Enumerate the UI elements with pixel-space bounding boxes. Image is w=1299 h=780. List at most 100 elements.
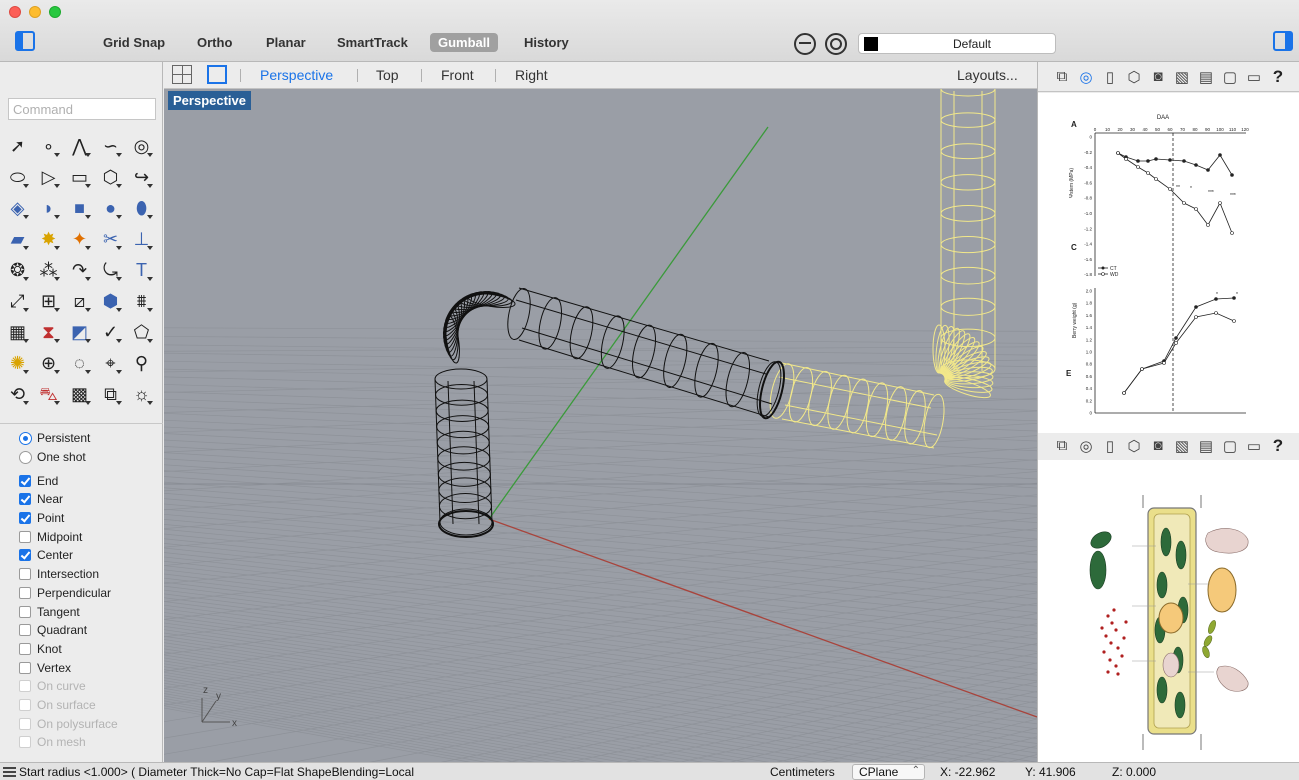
osnap-midpoint[interactable]: Midpoint [0, 527, 163, 546]
curve-icon[interactable]: ∽ [95, 130, 126, 161]
viewport-canvas[interactable]: z y x [164, 89, 1037, 762]
notes-icon[interactable]: ▤ [1196, 436, 1216, 456]
gumball-toggle[interactable]: Gumball [430, 33, 499, 52]
move-icon[interactable]: ⤢ [2, 285, 33, 316]
object-icon[interactable]: ⬡ [1124, 436, 1144, 456]
check-icon[interactable]: ✓ [95, 316, 126, 347]
materials-icon[interactable]: ▧ [1172, 436, 1192, 456]
checkbox[interactable] [19, 642, 31, 655]
fillet-icon[interactable]: ↪ [126, 161, 157, 192]
single-viewport-layout-icon[interactable] [207, 65, 227, 84]
tab-right[interactable]: Right [515, 67, 548, 83]
selected-pipe[interactable] [766, 89, 996, 449]
osnap-point[interactable]: Point [0, 509, 163, 528]
osnap-vertex[interactable]: Vertex [0, 658, 163, 677]
radio-button[interactable] [19, 450, 32, 464]
sweep-icon[interactable]: ◗ [33, 192, 64, 223]
blank-icon[interactable]: ▢ [1220, 436, 1240, 456]
blank-icon[interactable]: ▢ [1220, 67, 1240, 87]
osnap-mode-one-shot[interactable]: One shot [0, 448, 163, 467]
command-input[interactable] [8, 98, 156, 120]
cplane-select[interactable]: CPlane [852, 764, 925, 780]
rectangle-icon[interactable]: ▭ [64, 161, 95, 192]
monitor-icon[interactable]: ▭ [1244, 436, 1264, 456]
materials-icon[interactable]: ▧ [1172, 67, 1192, 87]
analyze-icon[interactable]: ⬠ [126, 316, 157, 347]
toggle-left-sidebar-icon[interactable] [15, 31, 35, 51]
monitor-icon[interactable]: ▭ [1244, 67, 1264, 87]
sun-icon[interactable]: ✺ [2, 347, 33, 378]
menu-icon[interactable] [3, 767, 16, 777]
mesh-icon[interactable]: ⩩ [126, 285, 157, 316]
checkbox[interactable] [19, 474, 31, 487]
car-icon[interactable]: ⛍ [33, 378, 64, 409]
texture-icon[interactable]: ▩ [64, 378, 95, 409]
zoom-icon[interactable]: ⊕ [33, 347, 64, 378]
record-history-icon[interactable] [794, 33, 816, 55]
point-icon[interactable]: ∘ [33, 130, 64, 161]
cage-icon[interactable]: ⧗ [33, 316, 64, 347]
circle-icon[interactable]: ◎ [126, 130, 157, 161]
units-label[interactable]: Centimeters [770, 765, 835, 779]
history-toggle[interactable]: History [516, 33, 577, 52]
solid-edit-icon[interactable]: ⬢ [95, 285, 126, 316]
osnap-quadrant[interactable]: Quadrant [0, 621, 163, 640]
tab-perspective[interactable]: Perspective [260, 67, 333, 83]
viewport-title-label[interactable]: Perspective [168, 91, 251, 110]
layer-select[interactable]: Default [858, 33, 1056, 54]
layers-icon[interactable]: ⧉ [1052, 67, 1072, 87]
light-icon[interactable]: ☼ [126, 378, 157, 409]
osnap-tangent[interactable]: Tangent [0, 602, 163, 621]
checkbox[interactable] [19, 586, 31, 599]
properties-icon[interactable]: ▯ [1100, 67, 1120, 87]
help-icon[interactable]: ? [1268, 67, 1288, 87]
grid-snap-toggle[interactable]: Grid Snap [95, 33, 173, 52]
osnap-intersection[interactable]: Intersection [0, 565, 163, 584]
planar-toggle[interactable]: Planar [258, 33, 314, 52]
checkbox[interactable] [19, 512, 31, 525]
offset-icon[interactable]: ⤿ [95, 254, 126, 285]
checkbox[interactable] [19, 493, 31, 506]
osnap-perpendicular[interactable]: Perpendicular [0, 584, 163, 603]
sphere-icon[interactable]: ● [95, 192, 126, 223]
minimize-window-button[interactable] [29, 6, 41, 18]
search-icon[interactable]: ⚲ [126, 347, 157, 378]
command-prompt[interactable]: Start radius <1.000> ( Diameter Thick=No… [19, 765, 414, 779]
cylinder-icon[interactable]: ⬮ [126, 192, 157, 223]
properties-icon[interactable]: ▯ [1100, 436, 1120, 456]
transform-icon[interactable]: ⧄ [64, 285, 95, 316]
toggle-right-sidebar-icon[interactable] [1273, 31, 1293, 51]
object-icon[interactable]: ⬡ [1124, 67, 1144, 87]
layers-icon[interactable]: ⧉ [95, 378, 126, 409]
display-icon[interactable]: ◎ [1076, 436, 1096, 456]
smarttrack-toggle[interactable]: SmartTrack [329, 33, 416, 52]
arc-icon[interactable]: ⬡ [95, 161, 126, 192]
perspective-viewport[interactable]: z y x Perspective [164, 89, 1037, 762]
plane-icon[interactable]: ▰ [2, 223, 33, 254]
checkbox[interactable] [19, 549, 31, 562]
render-icon[interactable]: ◙ [1148, 436, 1168, 456]
trim-icon[interactable]: ✂ [95, 223, 126, 254]
four-viewport-layout-icon[interactable] [172, 65, 192, 84]
split-icon[interactable]: ⊥ [126, 223, 157, 254]
boolean-icon[interactable]: ❂ [2, 254, 33, 285]
gear-icon[interactable]: ✸ [33, 223, 64, 254]
surface-icon[interactable]: ◈ [2, 192, 33, 223]
checkbox[interactable] [19, 568, 31, 581]
radio-button[interactable] [19, 431, 32, 445]
shade-icon[interactable]: ◩ [64, 316, 95, 347]
select-arrow-icon[interactable]: ➚ [2, 130, 33, 161]
explode-icon[interactable]: ✦ [64, 223, 95, 254]
ortho-toggle[interactable]: Ortho [189, 33, 240, 52]
text-icon[interactable]: T [126, 254, 157, 285]
close-window-button[interactable] [9, 6, 21, 18]
layouts-menu[interactable]: Layouts... [957, 67, 1018, 83]
checkbox[interactable] [19, 530, 31, 543]
help-icon[interactable]: ? [1268, 436, 1288, 456]
osnap-center[interactable]: Center [0, 546, 163, 565]
checkbox[interactable] [19, 624, 31, 637]
osnap-near[interactable]: Near [0, 490, 163, 509]
osnap-target-icon[interactable] [825, 33, 847, 55]
group-icon[interactable]: ⁂ [33, 254, 64, 285]
ellipse-icon[interactable]: ⬭ [2, 161, 33, 192]
